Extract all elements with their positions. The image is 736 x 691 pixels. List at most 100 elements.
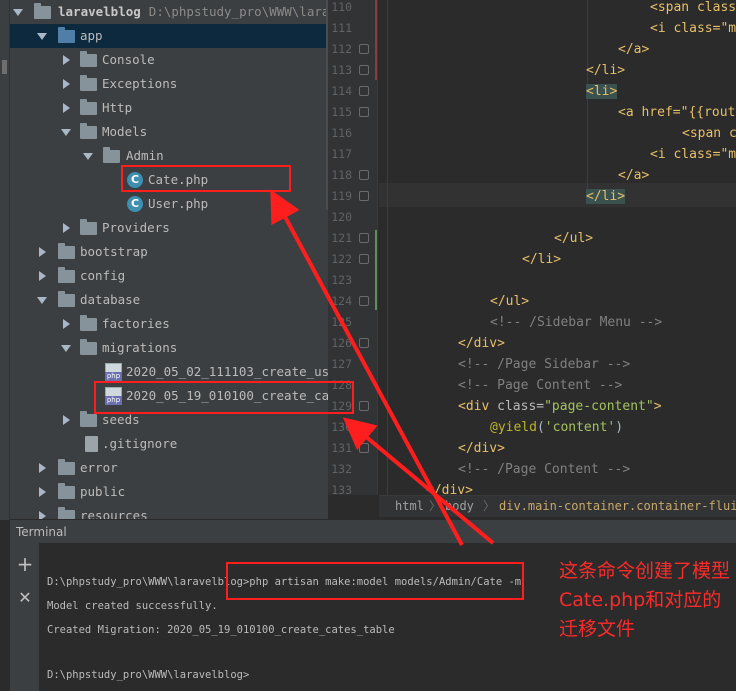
fold-marker-icon[interactable] bbox=[359, 170, 369, 180]
tree-item-resources[interactable]: resources bbox=[10, 504, 328, 520]
chevron-down-icon[interactable] bbox=[36, 24, 48, 48]
code-editor[interactable]: <span class <i class="m </a> </li> <li> … bbox=[379, 0, 736, 495]
line-number: 123 bbox=[331, 273, 352, 287]
chevron-right-icon[interactable] bbox=[60, 48, 72, 72]
tree-item-models[interactable]: Models bbox=[10, 120, 328, 144]
chevron-right-icon[interactable] bbox=[36, 504, 48, 520]
line-number: 119 bbox=[331, 189, 352, 203]
folder-icon bbox=[80, 99, 97, 115]
tree-item-error[interactable]: error bbox=[10, 456, 328, 480]
terminal-prompt: D:\phpstudy_pro\WWW\laravelblog> bbox=[47, 576, 250, 588]
line-number: 113 bbox=[331, 63, 352, 77]
tree-item-label: Console bbox=[102, 52, 155, 67]
fold-marker-icon[interactable] bbox=[359, 65, 369, 75]
tree-root[interactable]: laravelblog D:\phpstudy_pro\WWW\lara bbox=[10, 0, 328, 24]
line-number: 116 bbox=[331, 126, 352, 140]
code-line: </li> bbox=[522, 252, 562, 267]
terminal-title[interactable]: Terminal bbox=[16, 525, 67, 539]
tree-item-app[interactable]: app bbox=[10, 24, 328, 48]
tree-item-migrations[interactable]: migrations bbox=[10, 336, 328, 360]
tree-item-database[interactable]: database bbox=[10, 288, 328, 312]
code-line: <!-- /Sidebar Menu --> bbox=[490, 315, 663, 330]
breadcrumb-item[interactable]: div.main-container.container-fluid bbox=[499, 496, 736, 517]
php-file-icon: php bbox=[105, 363, 122, 381]
close-icon[interactable]: ✕ bbox=[16, 589, 34, 607]
chevron-right-icon[interactable] bbox=[36, 456, 48, 480]
editor-gutter: 110 111 112 113 114 115 116 117 118 119 … bbox=[328, 0, 378, 497]
project-tree: laravelblog D:\phpstudy_pro\WWW\lara app … bbox=[10, 0, 328, 520]
chevron-down-icon[interactable] bbox=[60, 336, 72, 360]
tree-item-label: error bbox=[80, 460, 118, 475]
fold-marker-icon[interactable] bbox=[359, 86, 369, 96]
tree-item-label: bootstrap bbox=[80, 244, 148, 259]
tree-item-label: resources bbox=[80, 508, 148, 520]
tree-item-public[interactable]: public bbox=[10, 480, 328, 504]
tree-item-gitignore[interactable]: .gitignore bbox=[10, 432, 328, 456]
fold-marker-icon[interactable] bbox=[359, 233, 369, 243]
line-number: 121 bbox=[331, 231, 352, 245]
folder-icon bbox=[103, 147, 120, 163]
file-icon bbox=[85, 436, 98, 452]
chevron-right-icon[interactable] bbox=[60, 216, 72, 240]
chevron-right-icon[interactable] bbox=[60, 72, 72, 96]
chevron-down-icon[interactable] bbox=[12, 0, 24, 24]
code-line: <span c bbox=[682, 126, 736, 141]
folder-icon bbox=[58, 243, 75, 259]
code-line: <!-- /Page Content --> bbox=[458, 462, 631, 477]
fold-marker-icon[interactable] bbox=[359, 107, 369, 117]
line-number: 132 bbox=[331, 462, 352, 476]
tree-item-exceptions[interactable]: Exceptions bbox=[10, 72, 328, 96]
fold-marker-icon[interactable] bbox=[359, 443, 369, 453]
tree-item-factories[interactable]: factories bbox=[10, 312, 328, 336]
tree-item-label: factories bbox=[102, 316, 170, 331]
folder-icon bbox=[80, 219, 97, 235]
folder-icon bbox=[34, 3, 51, 19]
fold-marker-icon[interactable] bbox=[359, 44, 369, 54]
fold-marker-icon[interactable] bbox=[359, 296, 369, 306]
chevron-down-icon[interactable] bbox=[36, 288, 48, 312]
chevron-right-icon[interactable] bbox=[60, 96, 72, 120]
breadcrumb-separator: 〉 bbox=[483, 499, 496, 513]
breadcrumb-item[interactable]: body bbox=[445, 496, 474, 517]
breadcrumb-separator: 〉 bbox=[429, 499, 442, 513]
chevron-right-icon[interactable] bbox=[60, 312, 72, 336]
chevron-down-icon[interactable] bbox=[60, 120, 72, 144]
tree-item-providers[interactable]: Providers bbox=[10, 216, 328, 240]
change-marker bbox=[375, 230, 377, 310]
tree-item-label: app bbox=[80, 28, 103, 43]
tool-window-tab[interactable] bbox=[2, 60, 7, 74]
line-number: 110 bbox=[331, 0, 352, 14]
tree-item-label: .gitignore bbox=[102, 436, 178, 451]
add-icon[interactable]: + bbox=[16, 554, 34, 574]
current-line-highlight bbox=[379, 183, 736, 207]
folder-icon bbox=[80, 51, 97, 67]
chevron-right-icon[interactable] bbox=[36, 264, 48, 288]
tree-item-console[interactable]: Console bbox=[10, 48, 328, 72]
tree-item-label: User.php bbox=[148, 196, 209, 211]
breadcrumb-item[interactable]: html bbox=[395, 496, 424, 517]
line-number: 120 bbox=[331, 210, 352, 224]
tree-item-config[interactable]: config bbox=[10, 264, 328, 288]
code-line: <!-- /Page Sidebar --> bbox=[458, 357, 631, 372]
chevron-down-icon[interactable] bbox=[82, 144, 94, 168]
terminal-toolbar: + ✕ bbox=[10, 543, 39, 691]
tree-item-http[interactable]: Http bbox=[10, 96, 328, 120]
tree-item-label: Exceptions bbox=[102, 76, 178, 91]
folder-icon bbox=[58, 27, 75, 43]
project-name: laravelblog bbox=[58, 4, 141, 19]
folder-icon bbox=[80, 411, 97, 427]
fold-marker-icon[interactable] bbox=[359, 401, 369, 411]
line-number: 114 bbox=[331, 84, 352, 98]
tree-item-label: public bbox=[80, 484, 126, 499]
fold-marker-icon[interactable] bbox=[359, 338, 369, 348]
chevron-right-icon[interactable] bbox=[36, 480, 48, 504]
tree-item-bootstrap[interactable]: bootstrap bbox=[10, 240, 328, 264]
tree-item-user-php[interactable]: C User.php bbox=[10, 192, 328, 216]
code-line: <span class bbox=[650, 0, 736, 15]
fold-marker-icon[interactable] bbox=[359, 191, 369, 201]
chevron-right-icon[interactable] bbox=[36, 240, 48, 264]
chevron-right-icon[interactable] bbox=[60, 408, 72, 432]
fold-marker-icon[interactable] bbox=[359, 254, 369, 264]
code-line: <li> bbox=[586, 84, 618, 99]
terminal-header: Terminal bbox=[10, 519, 736, 543]
